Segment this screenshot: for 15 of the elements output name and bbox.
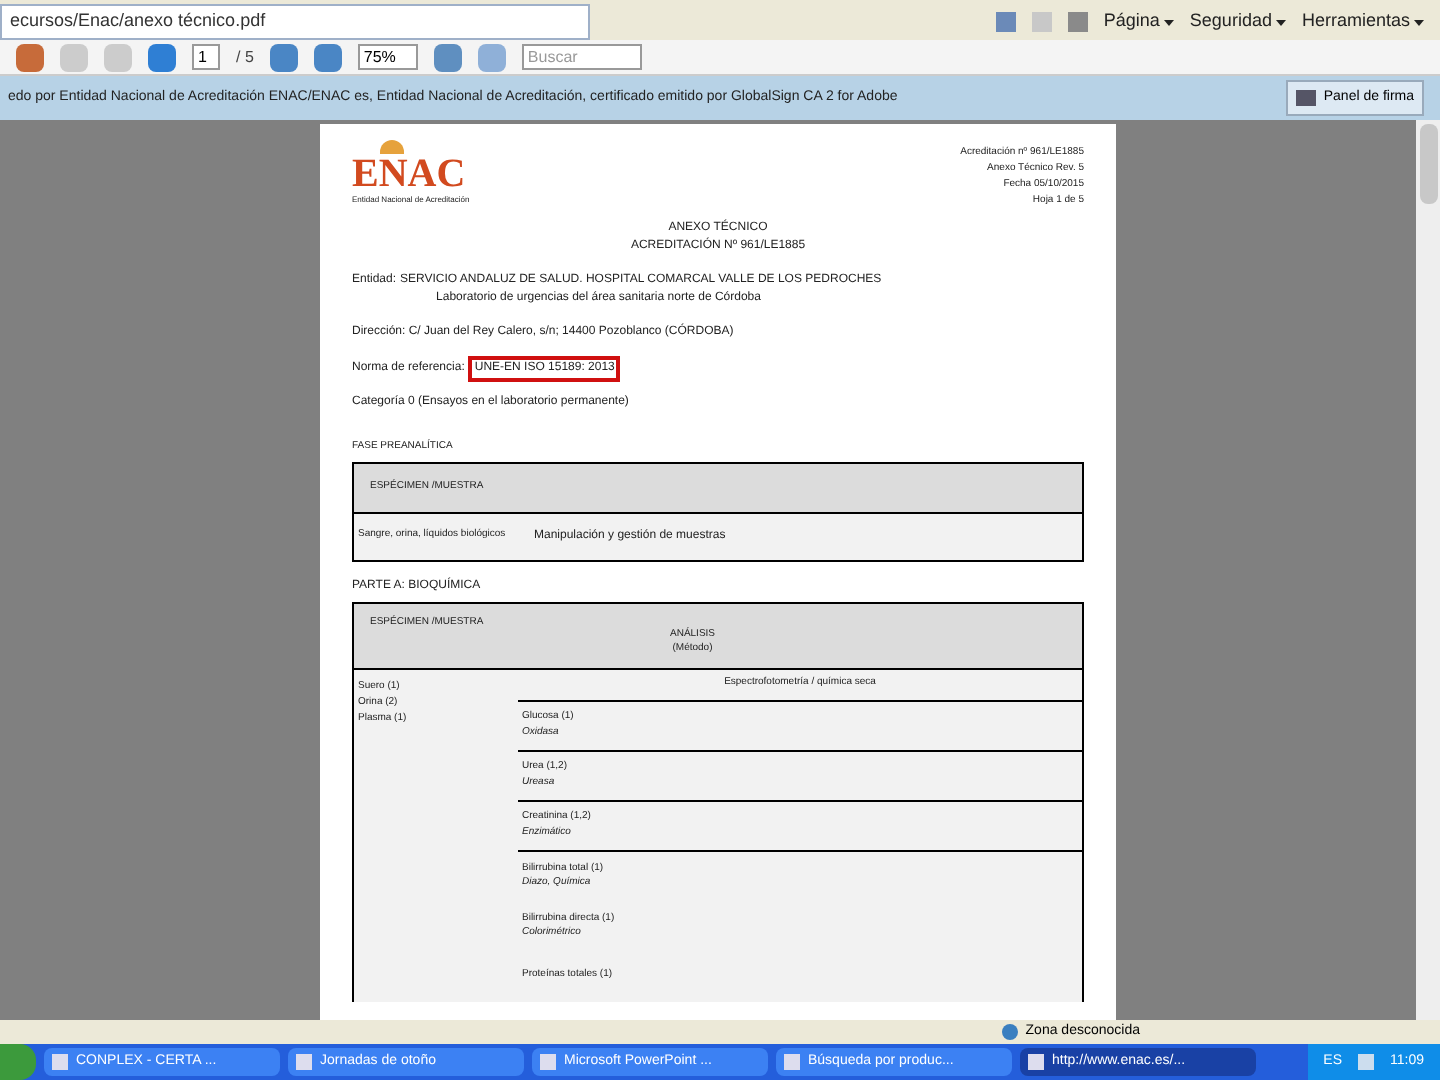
command-menu[interactable]: Seguridad <box>1189 8 1286 36</box>
logo-text: ENAC <box>352 154 466 194</box>
search-field[interactable]: Buscar <box>521 44 642 70</box>
caret-icon <box>1275 19 1286 25</box>
command-menu[interactable]: Herramientas <box>1301 8 1424 36</box>
caret-icon <box>1163 19 1174 25</box>
caret-icon <box>1414 19 1424 25</box>
browser-tab[interactable]: ecursos/Enac/anexo técnico.pdf <box>0 4 590 40</box>
page-count: / 5 <box>236 45 254 69</box>
scrollbar[interactable] <box>1416 120 1440 1020</box>
crown-icon <box>380 140 404 154</box>
command-menu[interactable]: Página <box>1103 8 1174 36</box>
zoom-field[interactable]: 75% <box>357 44 418 70</box>
page-field[interactable]: 1 <box>192 44 220 70</box>
start-button[interactable] <box>0 1044 36 1080</box>
